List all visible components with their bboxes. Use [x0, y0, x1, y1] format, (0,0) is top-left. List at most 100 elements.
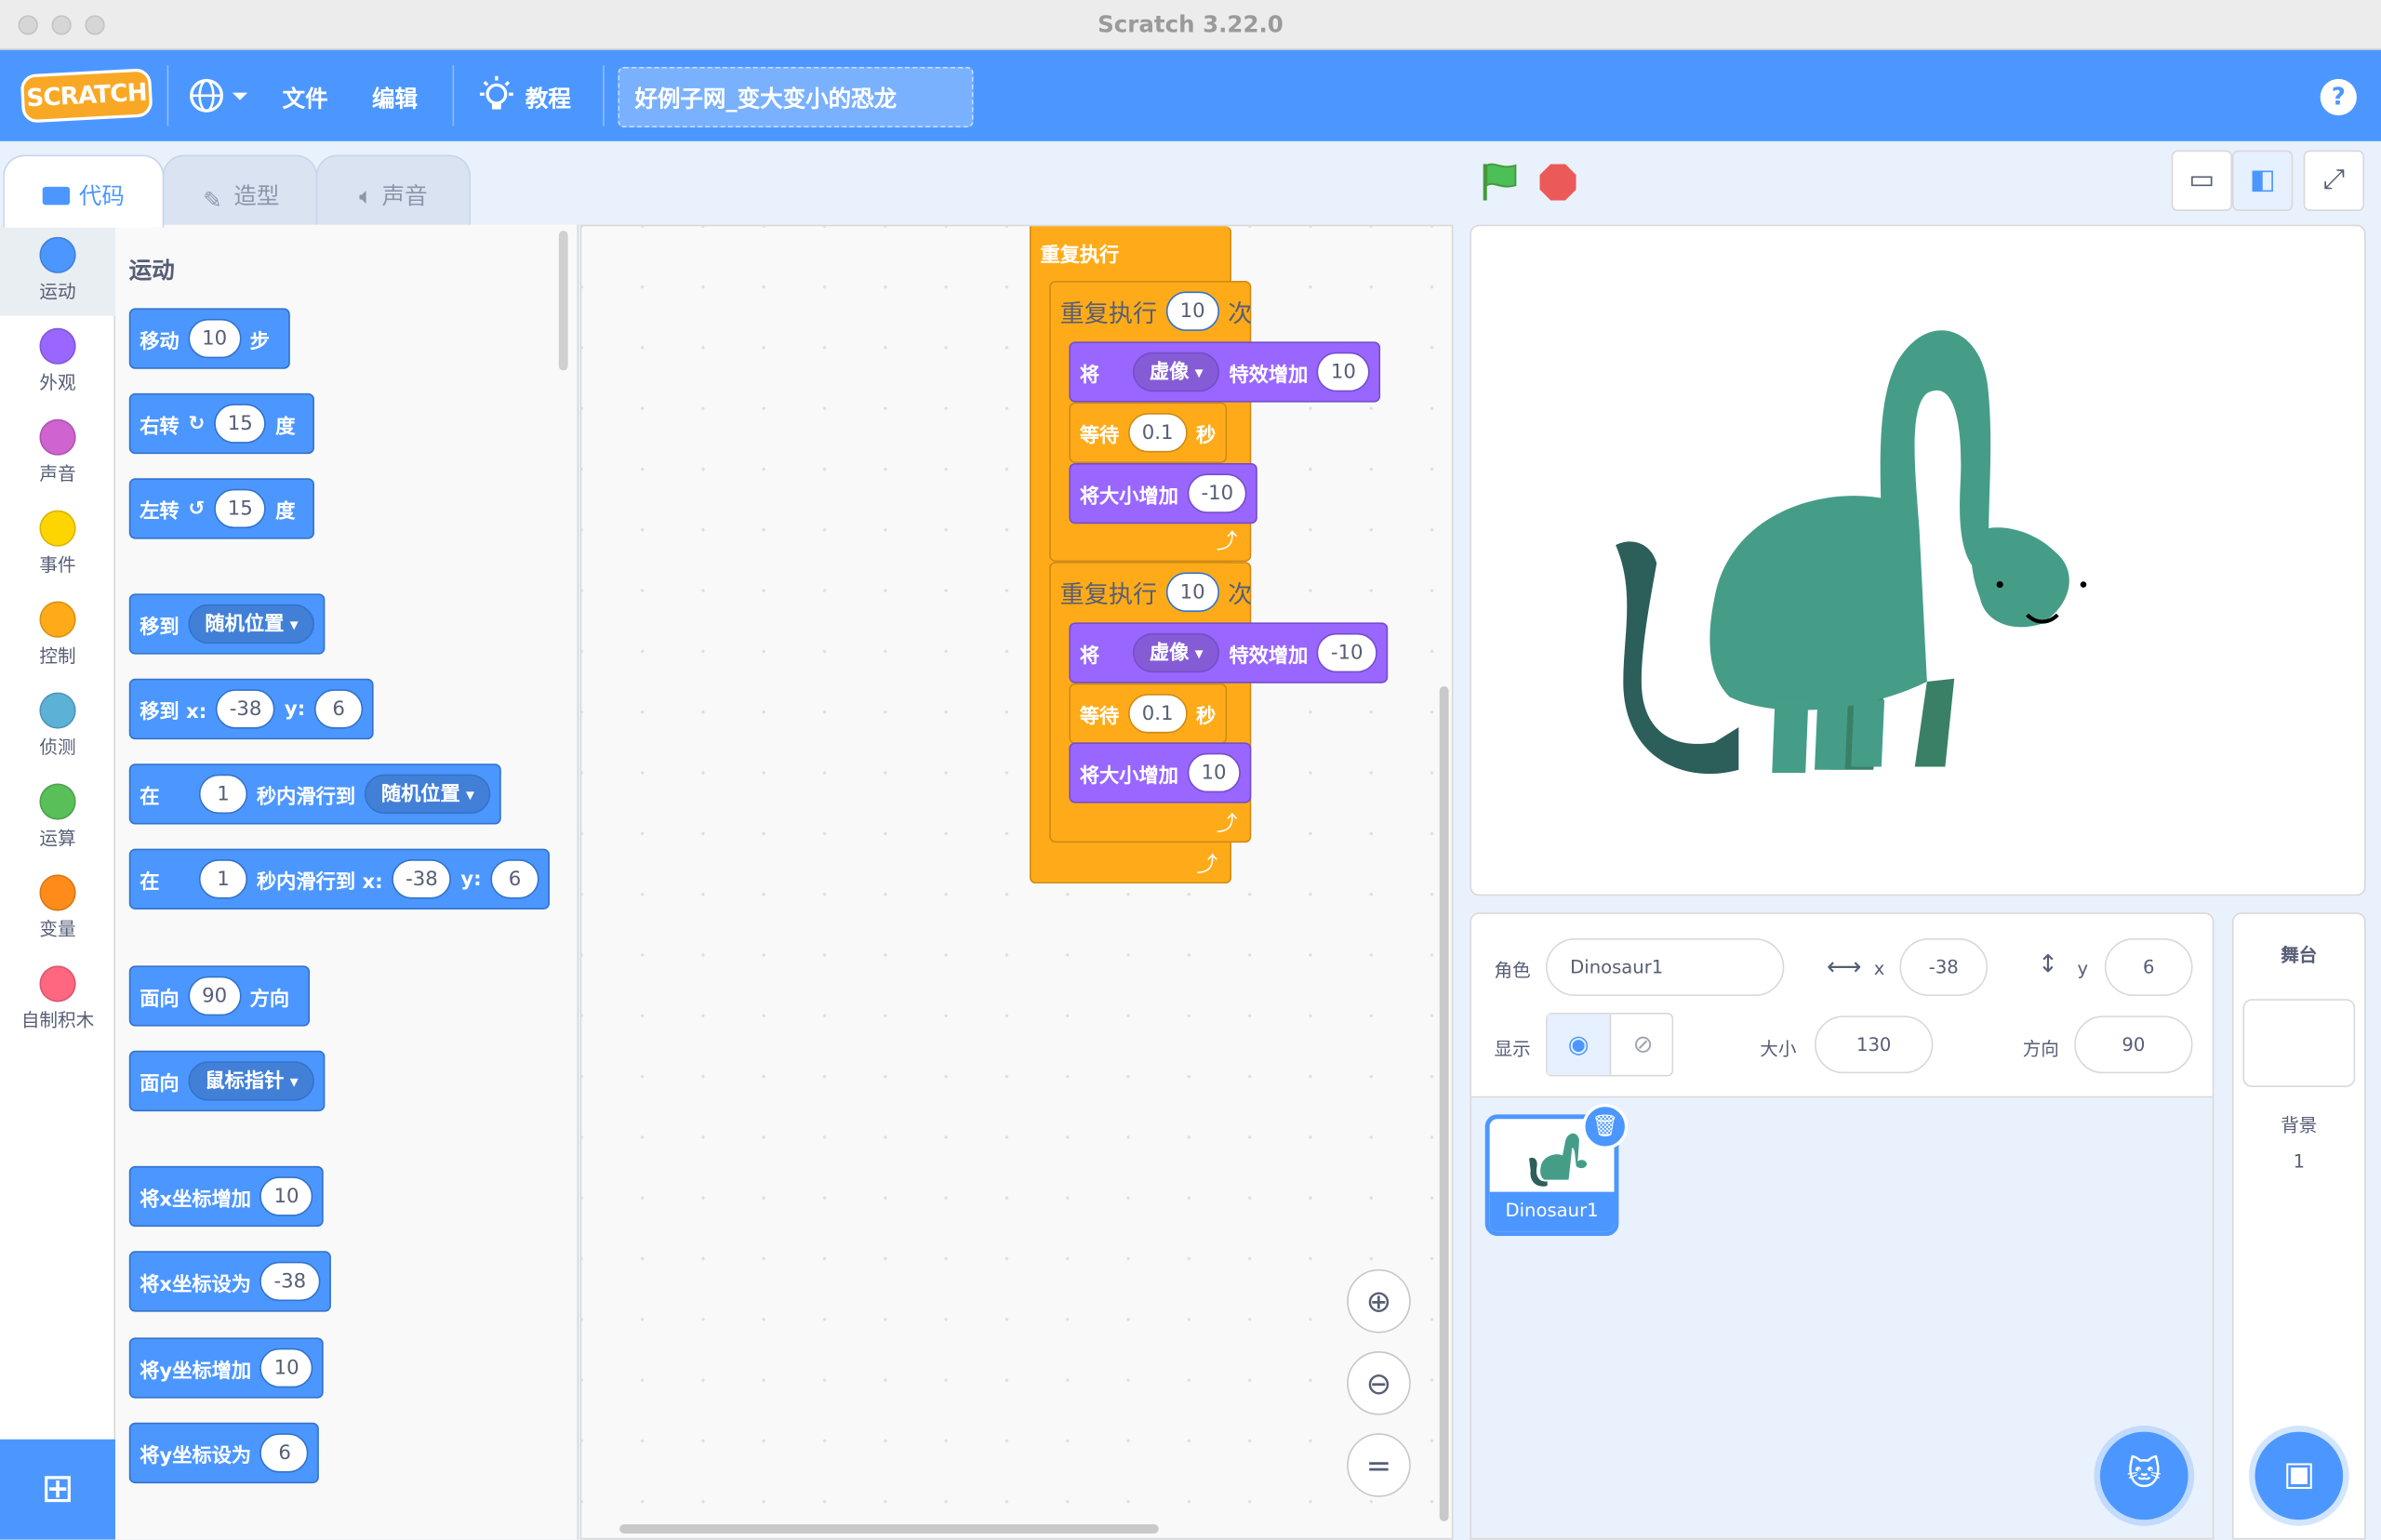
sprite-name-input[interactable]: Dinosaur1	[1546, 937, 1785, 997]
glide-block[interactable]: 在 1 秒内滑行到 随机位置	[128, 763, 502, 825]
scratch-logo[interactable]: SCRATCH	[20, 68, 153, 124]
normal-stage-button[interactable]: ◧	[2231, 150, 2294, 211]
horizontal-scrollbar[interactable]	[619, 1524, 1159, 1533]
category-item[interactable]: 事件	[0, 498, 115, 590]
x-change-input[interactable]: 10	[259, 1176, 313, 1216]
fullscreen-button[interactable]: ⤢	[2303, 150, 2365, 211]
effect-dropdown[interactable]: 虚像	[1132, 632, 1220, 673]
zoom-out-icon: ⊖	[1365, 1364, 1392, 1401]
y-label: y	[2077, 958, 2089, 980]
turn-right-block[interactable]: 右转 ↻ 15 度	[128, 392, 315, 455]
goto-block[interactable]: 移到 随机位置	[128, 593, 326, 655]
zoom-reset-button[interactable]: =	[1347, 1433, 1411, 1497]
stop-icon[interactable]	[1539, 164, 1576, 201]
category-item[interactable]: 声音	[0, 407, 115, 498]
zoom-in-button[interactable]: ⊕	[1347, 1268, 1411, 1334]
y-position-input[interactable]: 6	[2104, 937, 2193, 997]
change-x-block[interactable]: 将x坐标增加 10	[128, 1165, 324, 1228]
tutorials-button[interactable]: 教程	[477, 75, 599, 115]
goto-target-dropdown[interactable]: 随机位置	[188, 604, 315, 644]
vertical-scrollbar[interactable]	[1439, 685, 1449, 1521]
help-icon[interactable]: ?	[2320, 78, 2357, 116]
choose-backdrop-button[interactable]: ▣	[2255, 1431, 2344, 1520]
category-item[interactable]: 侦测	[0, 680, 115, 771]
choose-sprite-button[interactable]: 🐱︎	[2099, 1431, 2188, 1520]
repeat-count-input[interactable]: 10	[1165, 291, 1219, 331]
direction-input[interactable]: 90	[2074, 1016, 2193, 1074]
category-item[interactable]: 外观	[0, 316, 115, 407]
effect-amount-input[interactable]: 10	[1317, 352, 1370, 392]
change-size-block[interactable]: 将大小增加 -10	[1069, 462, 1258, 524]
delete-sprite-button[interactable]: 🗑︎	[1582, 1103, 1629, 1149]
point-towards-block[interactable]: 面向 鼠标指针	[128, 1050, 326, 1112]
wait-block[interactable]: 等待 0.1 秒	[1069, 402, 1227, 463]
wait-seconds-input[interactable]: 0.1	[1128, 413, 1188, 453]
set-y-block[interactable]: 将y坐标设为 6	[128, 1422, 320, 1484]
category-item[interactable]: 控制	[0, 589, 115, 680]
set-x-block[interactable]: 将x坐标设为 -38	[128, 1251, 331, 1312]
file-menu[interactable]: 文件	[283, 82, 328, 113]
glide-target-dropdown[interactable]: 随机位置	[364, 774, 492, 815]
x-input[interactable]: -38	[392, 859, 452, 899]
y-input[interactable]: 6	[490, 859, 539, 899]
stage-canvas[interactable]	[1470, 224, 2366, 896]
size-change-input[interactable]: -10	[1187, 473, 1247, 513]
point-direction-block[interactable]: 面向 90 方向	[128, 965, 310, 1027]
size-input[interactable]: 130	[1815, 1016, 1934, 1074]
seconds-input[interactable]: 1	[198, 774, 248, 815]
category-item[interactable]: 运算	[0, 771, 115, 862]
effect-dropdown[interactable]: 虚像	[1132, 352, 1220, 392]
category-item[interactable]: 自制积木	[0, 953, 115, 1044]
change-effect-block[interactable]: 将 虚像 特效增加 10	[1069, 341, 1381, 403]
degrees-input[interactable]: 15	[214, 404, 267, 444]
tab-sounds[interactable]: 🔈︎ 声音	[315, 154, 472, 227]
change-y-block[interactable]: 将y坐标增加 10	[128, 1337, 324, 1399]
project-title-input[interactable]: 好例子网_变大变小的恐龙	[618, 66, 974, 128]
green-flag-icon[interactable]	[1479, 161, 1522, 204]
small-stage-button[interactable]: ▭	[2171, 150, 2232, 211]
x-set-input[interactable]: -38	[259, 1261, 320, 1302]
size-change-input[interactable]: 10	[1187, 752, 1241, 793]
move-steps-block[interactable]: 移动 10 步	[128, 308, 290, 369]
degrees-input[interactable]: 15	[214, 488, 267, 529]
tab-costumes[interactable]: ✎ 造型	[162, 154, 318, 227]
palette-scrollbar[interactable]	[558, 231, 568, 371]
change-effect-block[interactable]: 将 虚像 特效增加 -10	[1069, 622, 1388, 684]
tab-sounds-label: 声音	[381, 181, 428, 210]
hide-eye-icon[interactable]: ⊘	[1611, 1015, 1675, 1075]
x-position-input[interactable]: -38	[1899, 937, 1989, 997]
tab-code[interactable]: 代码	[3, 154, 165, 228]
goto-xy-block[interactable]: 移到 x: -38 y: 6	[128, 678, 374, 740]
category-item[interactable]: 变量	[0, 862, 115, 953]
stage-thumbnail[interactable]	[2242, 999, 2356, 1087]
y-set-input[interactable]: 6	[259, 1433, 310, 1473]
add-extension-button[interactable]: ⊞	[0, 1439, 116, 1540]
rotate-right-icon: ↻	[188, 412, 206, 435]
effect-amount-input[interactable]: -10	[1317, 632, 1377, 673]
point-towards-dropdown[interactable]: 鼠标指针	[188, 1061, 315, 1101]
glide-xy-block[interactable]: 在 1 秒内滑行到 x: -38 y: 6	[128, 848, 551, 909]
x-input[interactable]: -38	[216, 689, 276, 729]
repeat-count-input[interactable]: 10	[1165, 572, 1219, 612]
zoom-in-icon: ⊕	[1365, 1282, 1392, 1320]
code-workspace[interactable]: 重复执行 重复执行 10 次 ⤴ 将 虚像 特效增加 10 等待 0.1 秒 将…	[579, 224, 1454, 1540]
block-text: 在	[140, 870, 160, 894]
zoom-out-button[interactable]: ⊖	[1347, 1351, 1411, 1415]
direction-input[interactable]: 90	[188, 976, 241, 1016]
wait-seconds-input[interactable]: 0.1	[1128, 694, 1188, 734]
y-change-input[interactable]: 10	[259, 1348, 313, 1388]
change-size-block[interactable]: 将大小增加 10	[1069, 742, 1251, 803]
category-dot-icon	[39, 418, 76, 456]
block-text: 移到 x:	[140, 700, 207, 724]
repeat-header: 重复执行 10 次	[1060, 281, 1252, 341]
wait-block[interactable]: 等待 0.1 秒	[1069, 683, 1227, 744]
y-input[interactable]: 6	[314, 689, 364, 729]
turn-left-block[interactable]: 左转 ↺ 15 度	[128, 478, 315, 539]
show-eye-icon[interactable]: ◉	[1547, 1014, 1612, 1075]
seconds-input[interactable]: 1	[198, 859, 248, 899]
edit-menu[interactable]: 编辑	[372, 82, 418, 113]
category-dot-icon	[39, 692, 76, 729]
steps-input[interactable]: 10	[188, 318, 241, 359]
category-item[interactable]: 运动	[0, 224, 116, 316]
language-menu[interactable]	[187, 76, 254, 115]
